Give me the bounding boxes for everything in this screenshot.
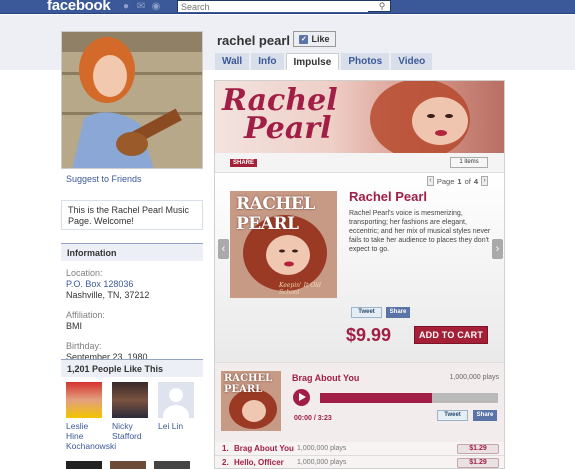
track-number: 2.: [222, 458, 229, 467]
pager-next-icon[interactable]: ›: [481, 176, 488, 186]
product-description: Rachel Pearl's voice is mesmerizing, tra…: [349, 210, 491, 253]
tab-info[interactable]: Info: [251, 53, 284, 70]
player-thumbnail: RACHEL PEARL: [221, 371, 281, 431]
thumbs-up-icon: ✓: [299, 34, 309, 44]
location-line1[interactable]: P.O. Box 128036: [66, 279, 201, 290]
product-price: $9.99: [346, 325, 392, 345]
page-title: rachel pearl: [217, 33, 290, 48]
affiliation-value: BMI: [66, 321, 83, 331]
pager-of: of: [464, 176, 471, 186]
track-buy-button[interactable]: $1.29: [457, 458, 499, 468]
friend-avatar-default[interactable]: [158, 382, 194, 418]
add-to-cart-button[interactable]: ADD TO CART: [414, 326, 488, 344]
information-body: Location: P.O. Box 128036 Nashville, TN,…: [66, 268, 201, 363]
friend-avatar[interactable]: [112, 382, 148, 418]
player-share-button[interactable]: Share: [473, 410, 497, 421]
track-plays: 1,000,000 plays: [297, 459, 347, 466]
current-track-name: Brag About You: [292, 373, 360, 383]
notification-icons: ● ✉ ◉: [120, 1, 162, 12]
page-tabs: Wall Info Impulse Photos Video: [215, 53, 433, 70]
intro-box: This is the Rachel Pearl Music Page. Wel…: [61, 200, 203, 230]
share-button[interactable]: SHARE: [230, 159, 258, 167]
friend-name[interactable]: Nicky Stafford: [112, 421, 142, 441]
tweet-button[interactable]: Tweet: [351, 307, 382, 318]
track-buy-button[interactable]: $1.29: [457, 444, 499, 454]
track-title[interactable]: Hello, Officer: [234, 456, 284, 468]
like-button[interactable]: ✓ Like: [293, 31, 336, 47]
profile-photo-illustration: [62, 32, 202, 168]
facebook-logo[interactable]: facebook: [47, 0, 111, 14]
friend-avatar[interactable]: [66, 461, 102, 469]
progress-fill: [320, 393, 433, 403]
track-row[interactable]: 2. Hello, Officer 1,000,000 plays $1.29: [215, 456, 504, 468]
player-tweet-button[interactable]: Tweet: [437, 410, 468, 421]
product-title[interactable]: Rachel Pearl: [349, 189, 427, 204]
tab-video[interactable]: Video: [391, 53, 433, 70]
search-box: ⚲: [177, 0, 391, 12]
store-banner: Rachel Pearl: [215, 81, 504, 153]
friend-item[interactable]: Lei Lin: [158, 382, 196, 451]
album-title: RACHEL PEARL: [236, 194, 315, 234]
track-title[interactable]: Brag About You: [234, 442, 294, 456]
store-widget: Rachel Pearl SHARE 1 items ‹ Page 1 of 4…: [214, 80, 505, 469]
location-line2: Nashville, TN, 37212: [66, 290, 150, 300]
facebook-topbar: facebook ● ✉ ◉ ⚲: [0, 0, 575, 14]
friend-avatar[interactable]: [154, 461, 190, 469]
facebook-share-button[interactable]: Share: [386, 307, 410, 318]
friend-avatar[interactable]: [110, 461, 146, 469]
friend-name[interactable]: Leslie Hine Kochanowski: [66, 421, 116, 451]
album-subtitle: Keepin' It Old School: [279, 282, 321, 296]
tab-impulse[interactable]: Impulse: [285, 53, 340, 70]
friend-name[interactable]: Lei Lin: [158, 421, 183, 431]
track-number: 1.: [222, 444, 229, 453]
people-like-heading[interactable]: 1,201 People Like This: [61, 359, 203, 377]
play-icon[interactable]: [293, 389, 310, 406]
tab-wall[interactable]: Wall: [215, 53, 250, 70]
pager-total: 4: [473, 176, 478, 186]
like-label: Like: [311, 34, 330, 44]
pager-prev-icon[interactable]: ‹: [426, 176, 434, 186]
current-track-plays: 1,000,000 plays: [449, 374, 499, 381]
pager-current: 1: [457, 176, 462, 186]
track-row[interactable]: 1. Brag About You 1,000,000 plays $1.29: [215, 442, 504, 456]
friend-requests-icon[interactable]: ●: [120, 1, 132, 12]
location-label: Location:: [66, 268, 103, 278]
profile-picture[interactable]: [61, 31, 203, 169]
cart-items-button[interactable]: 1 items: [450, 157, 488, 168]
friend-item[interactable]: Nicky Stafford: [112, 382, 150, 451]
album-cover[interactable]: RACHEL PEARL Keepin' It Old School: [230, 191, 337, 298]
information-heading: Information: [61, 243, 203, 261]
progress-bar[interactable]: [320, 393, 498, 403]
friends-list-more: [66, 461, 190, 469]
search-input[interactable]: [178, 2, 368, 12]
tab-photos[interactable]: Photos: [341, 53, 390, 70]
search-icon[interactable]: ⚲: [375, 1, 389, 11]
product-panel: ‹ Page 1 of 4 › ‹ › RACHEL PEARL Keepin'…: [215, 174, 504, 362]
track-list: 1. Brag About You 1,000,000 plays $1.29 …: [215, 442, 504, 468]
friends-list: Leslie Hine Kochanowski Nicky Stafford L…: [66, 382, 196, 451]
messages-icon[interactable]: ✉: [135, 1, 147, 12]
prev-product-icon[interactable]: ‹: [218, 239, 229, 259]
banner-photo: [370, 81, 470, 153]
store-toolbar: SHARE 1 items: [215, 153, 504, 173]
player-thumb-title: RACHEL PEARL: [224, 373, 273, 395]
banner-line2: Pearl: [244, 111, 332, 146]
suggest-to-friends-link[interactable]: Suggest to Friends: [66, 174, 142, 184]
notifications-icon[interactable]: ◉: [150, 1, 162, 12]
track-time: 00:00 / 3:23: [294, 415, 332, 422]
pager-label: Page: [436, 176, 455, 186]
friend-item[interactable]: Leslie Hine Kochanowski: [66, 382, 116, 451]
banner-logo-text: Rachel Pearl: [222, 86, 338, 146]
default-avatar-icon: [163, 388, 189, 418]
pager: ‹ Page 1 of 4 ›: [426, 176, 488, 186]
audio-player: RACHEL PEARL Brag About You 1,000,000 pl…: [215, 362, 504, 442]
affiliation-label: Affiliation:: [66, 310, 105, 320]
birthday-label: Birthday:: [66, 341, 102, 351]
friend-avatar[interactable]: [66, 382, 102, 418]
track-plays: 1,000,000 plays: [297, 445, 347, 452]
